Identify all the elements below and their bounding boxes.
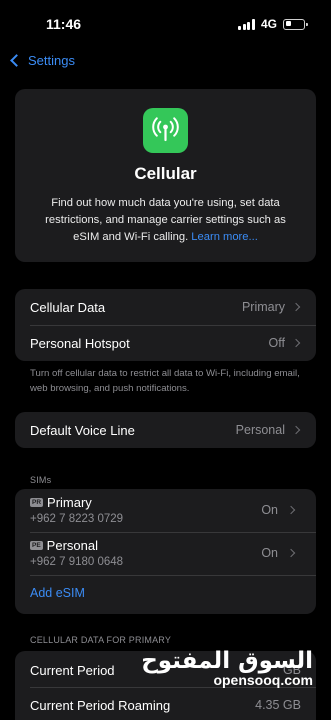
opensooq-watermark: السوق المفتوح opensooq.com — [141, 648, 313, 688]
row-value: Primary — [241, 300, 285, 314]
row-label: Cellular Data — [30, 299, 106, 315]
add-esim-button[interactable]: Add eSIM — [30, 586, 85, 600]
chevron-right-icon — [286, 505, 296, 515]
status-icons: 4G — [238, 17, 308, 31]
sim-row-primary[interactable]: PR Primary +962 7 8223 0729 On — [15, 489, 316, 533]
sim-status: On — [261, 503, 296, 517]
sim-name: Personal — [46, 538, 98, 553]
sim-status: On — [261, 546, 296, 560]
battery-icon — [283, 18, 308, 30]
row-value: 4.35 GB — [255, 698, 301, 712]
cellular-info-card: Cellular Find out how much data you're u… — [15, 89, 316, 262]
cellular-settings-group: Cellular Data Primary Personal Hotspot O… — [15, 289, 316, 361]
row-label: Personal Hotspot — [30, 335, 130, 351]
row-label: Current Period Roaming — [30, 697, 171, 713]
divider — [30, 575, 316, 576]
default-voice-line-row[interactable]: Default Voice Line Personal — [15, 412, 316, 448]
status-bar: 11:46 4G — [0, 0, 331, 44]
row-label: Default Voice Line — [30, 422, 135, 438]
sim-name: Primary — [47, 495, 92, 510]
voice-line-group: Default Voice Line Personal — [15, 412, 316, 448]
row-value: Personal — [235, 423, 285, 437]
sim-number: +962 7 9180 0648 — [30, 556, 124, 568]
status-time: 11:46 — [46, 16, 82, 32]
sim-title: PE Personal — [30, 538, 98, 553]
cellular-data-row[interactable]: Cellular Data Primary — [15, 289, 316, 325]
cellular-data-footnote: Turn off cellular data to restrict all d… — [30, 368, 300, 394]
cellular-description: Find out how much data you're using, set… — [31, 195, 300, 246]
network-type: 4G — [260, 17, 277, 31]
personal-hotspot-row[interactable]: Personal Hotspot Off — [15, 325, 316, 361]
cellular-antenna-icon — [143, 108, 188, 153]
sim-title: PR Primary — [30, 495, 92, 510]
sims-header: SIMs — [30, 475, 52, 485]
chevron-right-icon — [291, 425, 301, 435]
signal-icon — [238, 18, 255, 30]
row-value: Off — [268, 336, 285, 350]
watermark-latin: opensooq.com — [213, 672, 313, 688]
back-button[interactable]: Settings — [8, 50, 75, 70]
page-title: Cellular — [134, 164, 197, 183]
chevron-right-icon — [291, 338, 301, 348]
chevron-right-icon — [291, 302, 301, 312]
current-period-roaming-row: Current Period Roaming 4.35 GB — [15, 687, 316, 720]
learn-more-link[interactable]: Learn more... — [191, 231, 258, 243]
sim-row-personal[interactable]: PE Personal +962 7 9180 0648 On — [15, 532, 316, 576]
sim-status-value: On — [261, 503, 278, 517]
sim-number: +962 7 8223 0729 — [30, 513, 124, 525]
sim-icon: PR — [30, 498, 44, 507]
sim-status-value: On — [261, 546, 278, 560]
data-usage-header: CELLULAR DATA FOR PRIMARY — [30, 635, 172, 645]
chevron-left-icon — [10, 53, 23, 67]
chevron-right-icon — [286, 548, 296, 558]
back-label: Settings — [28, 52, 75, 68]
sims-group: PR Primary +962 7 8223 0729 On PE Person… — [15, 489, 316, 614]
sim-icon: PE — [30, 541, 43, 550]
watermark-arabic: السوق المفتوح — [141, 648, 313, 674]
